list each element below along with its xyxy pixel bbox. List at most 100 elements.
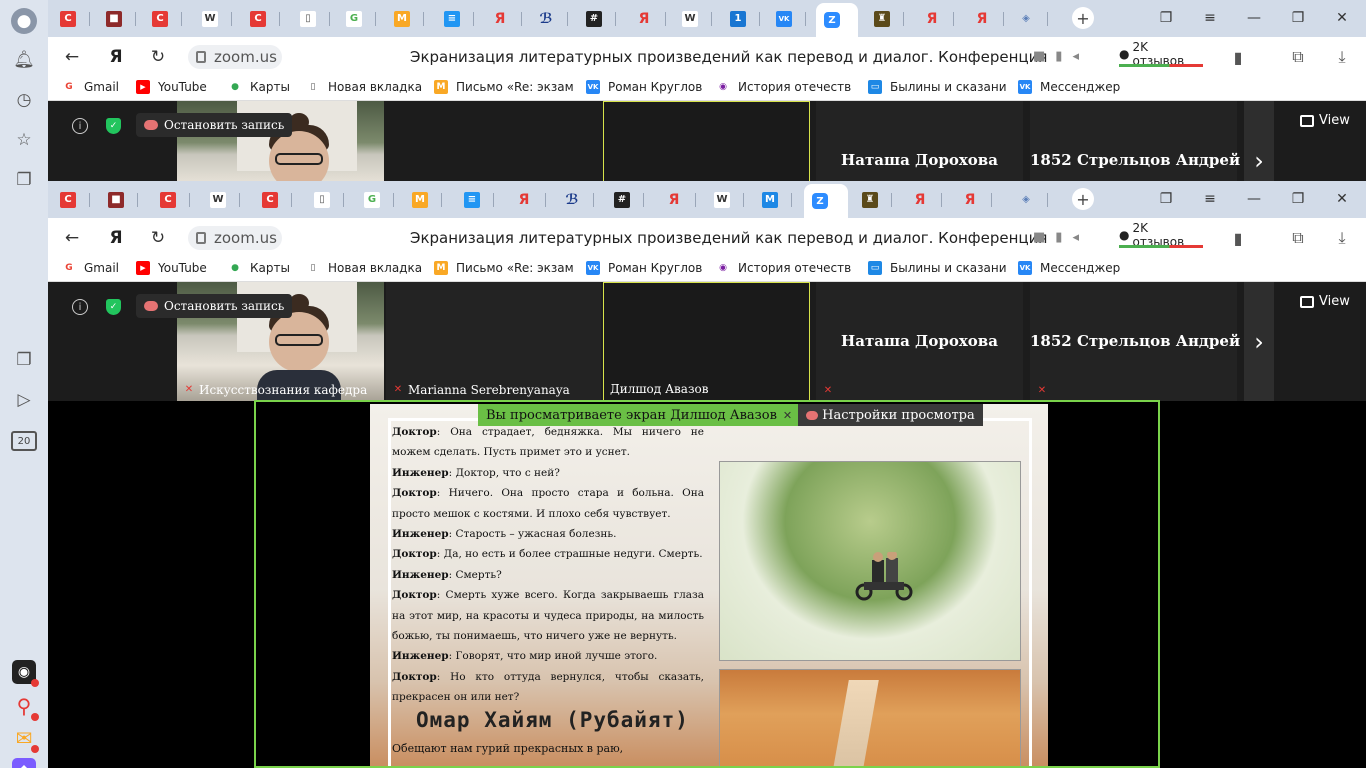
- bookmark-history[interactable]: ◉ История отечеств: [716, 80, 851, 94]
- bookmark-messenger[interactable]: VK Мессенджер: [1018, 261, 1120, 275]
- extensions-icon[interactable]: ⧉: [1288, 47, 1308, 67]
- bookmark-vk-roman[interactable]: VK Роман Круглов: [586, 80, 702, 94]
- tab[interactable]: C: [254, 186, 292, 213]
- bookmark-history[interactable]: ◉ История отечеств: [716, 261, 851, 275]
- reload-icon[interactable]: ↻: [148, 47, 168, 67]
- close-icon[interactable]: ✕: [1332, 189, 1352, 209]
- yandex-logo-icon[interactable]: Я: [106, 228, 126, 248]
- tab[interactable]: Я: [658, 186, 696, 213]
- bookmark-mail[interactable]: M Письмо «Re: экзам: [434, 261, 574, 275]
- participant-tile[interactable]: 1852 Стрельцов Андрей: [1030, 101, 1240, 181]
- mic-icon[interactable]: ▮: [1055, 49, 1062, 64]
- bookmark-new-tab[interactable]: ▯ Новая вкладка: [306, 80, 422, 94]
- tab[interactable]: ℬ: [556, 186, 594, 213]
- download-icon[interactable]: ⤓: [1332, 47, 1352, 67]
- tab[interactable]: #: [606, 186, 644, 213]
- tab[interactable]: W: [194, 5, 232, 32]
- participant-tile[interactable]: ✕ Marianna Serebrenyanaya: [386, 282, 601, 401]
- reviews-badge[interactable]: ● 2K отзывов: [1119, 40, 1203, 68]
- info-icon[interactable]: i: [72, 118, 88, 134]
- tab[interactable]: G: [356, 186, 394, 213]
- reviews-badge[interactable]: ● 2K отзывов: [1119, 221, 1203, 249]
- bookmark-gmail[interactable]: G Gmail: [62, 80, 119, 94]
- tab[interactable]: VK: [768, 5, 806, 32]
- tab[interactable]: M: [404, 186, 442, 213]
- bookmark-vk-roman[interactable]: VK Роман Круглов: [586, 261, 702, 275]
- tab[interactable]: W: [706, 186, 744, 213]
- tab[interactable]: Я: [954, 186, 992, 213]
- menu-icon[interactable]: ≡: [1200, 8, 1220, 28]
- tab[interactable]: Я: [484, 5, 522, 32]
- mail-app-icon[interactable]: ✉: [12, 726, 39, 753]
- tab[interactable]: ■: [98, 5, 136, 32]
- bookmark-maps[interactable]: ● Карты: [228, 80, 290, 94]
- counter-badge[interactable]: 20: [11, 431, 37, 451]
- url-field[interactable]: zoom.us: [188, 45, 282, 69]
- stop-recording-button[interactable]: Остановить запись: [136, 113, 293, 137]
- tab[interactable]: ℬ: [530, 5, 568, 32]
- tab[interactable]: 1: [722, 5, 760, 32]
- shield-check-icon[interactable]: ✓: [106, 299, 121, 315]
- tab[interactable]: ♜: [866, 5, 904, 32]
- volume-icon[interactable]: ◂: [1072, 230, 1079, 245]
- restore-icon[interactable]: ❐: [1288, 8, 1308, 28]
- participant-tile[interactable]: Наташа Дорохова ✕: [816, 282, 1023, 401]
- bookmark-maps[interactable]: ● Карты: [228, 261, 290, 275]
- tab[interactable]: G: [338, 5, 376, 32]
- tab[interactable]: C: [152, 186, 190, 213]
- info-icon[interactable]: i: [72, 299, 88, 315]
- volume-icon[interactable]: ◂: [1072, 49, 1079, 64]
- tab[interactable]: ◈: [1010, 5, 1048, 32]
- yandex-logo-icon[interactable]: Я: [106, 47, 126, 67]
- bookmark-youtube[interactable]: ▶ YouTube: [136, 80, 207, 94]
- play-icon[interactable]: ▷: [12, 388, 36, 412]
- tab[interactable]: ■: [100, 186, 138, 213]
- view-button[interactable]: View: [1300, 294, 1350, 309]
- tab-zoom-active[interactable]: Z: [816, 3, 858, 37]
- view-settings-button[interactable]: Настройки просмотра: [798, 404, 983, 426]
- new-tab-plus-icon[interactable]: +: [1072, 188, 1094, 210]
- mic-icon[interactable]: ▮: [1055, 230, 1062, 245]
- bookmark-youtube[interactable]: ▶ YouTube: [136, 261, 207, 275]
- tab[interactable]: Я: [628, 5, 666, 32]
- tab[interactable]: C: [144, 5, 182, 32]
- restore-icon[interactable]: ❐: [1288, 189, 1308, 209]
- participant-tile-selected[interactable]: Дилшод Авазов: [603, 282, 810, 401]
- maps-app-icon[interactable]: ⚲: [12, 694, 39, 721]
- new-tab-plus-icon[interactable]: +: [1072, 7, 1094, 29]
- minimize-icon[interactable]: —: [1244, 189, 1264, 209]
- url-field[interactable]: zoom.us: [188, 226, 282, 250]
- collections-icon[interactable]: ❐: [12, 348, 36, 372]
- menu-icon[interactable]: ≡: [1200, 189, 1220, 209]
- bell-icon[interactable]: 🔔︎: [12, 48, 36, 72]
- tabs-overview-icon[interactable]: ❐: [1156, 8, 1176, 28]
- camera-icon[interactable]: ■: [1033, 230, 1045, 245]
- bookmark-messenger[interactable]: VK Мессенджер: [1018, 80, 1120, 94]
- bookmark-byliny[interactable]: ▭ Былины и сказани: [868, 80, 1007, 94]
- tab[interactable]: ▯: [306, 186, 344, 213]
- tab[interactable]: Я: [916, 5, 954, 32]
- tabs-overview-icon[interactable]: ❐: [1156, 189, 1176, 209]
- bookmark-new-tab[interactable]: ▯ Новая вкладка: [306, 261, 422, 275]
- bookmark-byliny[interactable]: ▭ Былины и сказани: [868, 261, 1007, 275]
- download-icon[interactable]: ⤓: [1332, 228, 1352, 248]
- extensions-icon[interactable]: ⧉: [1288, 228, 1308, 248]
- shield-check-icon[interactable]: ✓: [106, 118, 121, 134]
- view-button[interactable]: View: [1300, 113, 1350, 128]
- tab[interactable]: C: [52, 186, 90, 213]
- tab-zoom-active[interactable]: Z: [804, 184, 848, 218]
- tab[interactable]: W: [202, 186, 240, 213]
- tab[interactable]: #: [578, 5, 616, 32]
- tab[interactable]: ≡: [436, 5, 474, 32]
- minimize-icon[interactable]: —: [1244, 8, 1264, 28]
- stop-recording-button[interactable]: Остановить запись: [136, 294, 293, 318]
- history-icon[interactable]: ◷: [12, 88, 36, 112]
- tab[interactable]: M: [386, 5, 424, 32]
- participant-tile[interactable]: Наташа Дорохова: [816, 101, 1023, 181]
- reload-icon[interactable]: ↻: [148, 228, 168, 248]
- bookmark-gmail[interactable]: G Gmail: [62, 261, 119, 275]
- tab[interactable]: Я: [904, 186, 942, 213]
- close-icon[interactable]: ✕: [1332, 8, 1352, 28]
- participant-tile[interactable]: 1852 Стрельцов Андрей ✕: [1030, 282, 1240, 401]
- bookmark-icon[interactable]: ▮: [1228, 228, 1248, 248]
